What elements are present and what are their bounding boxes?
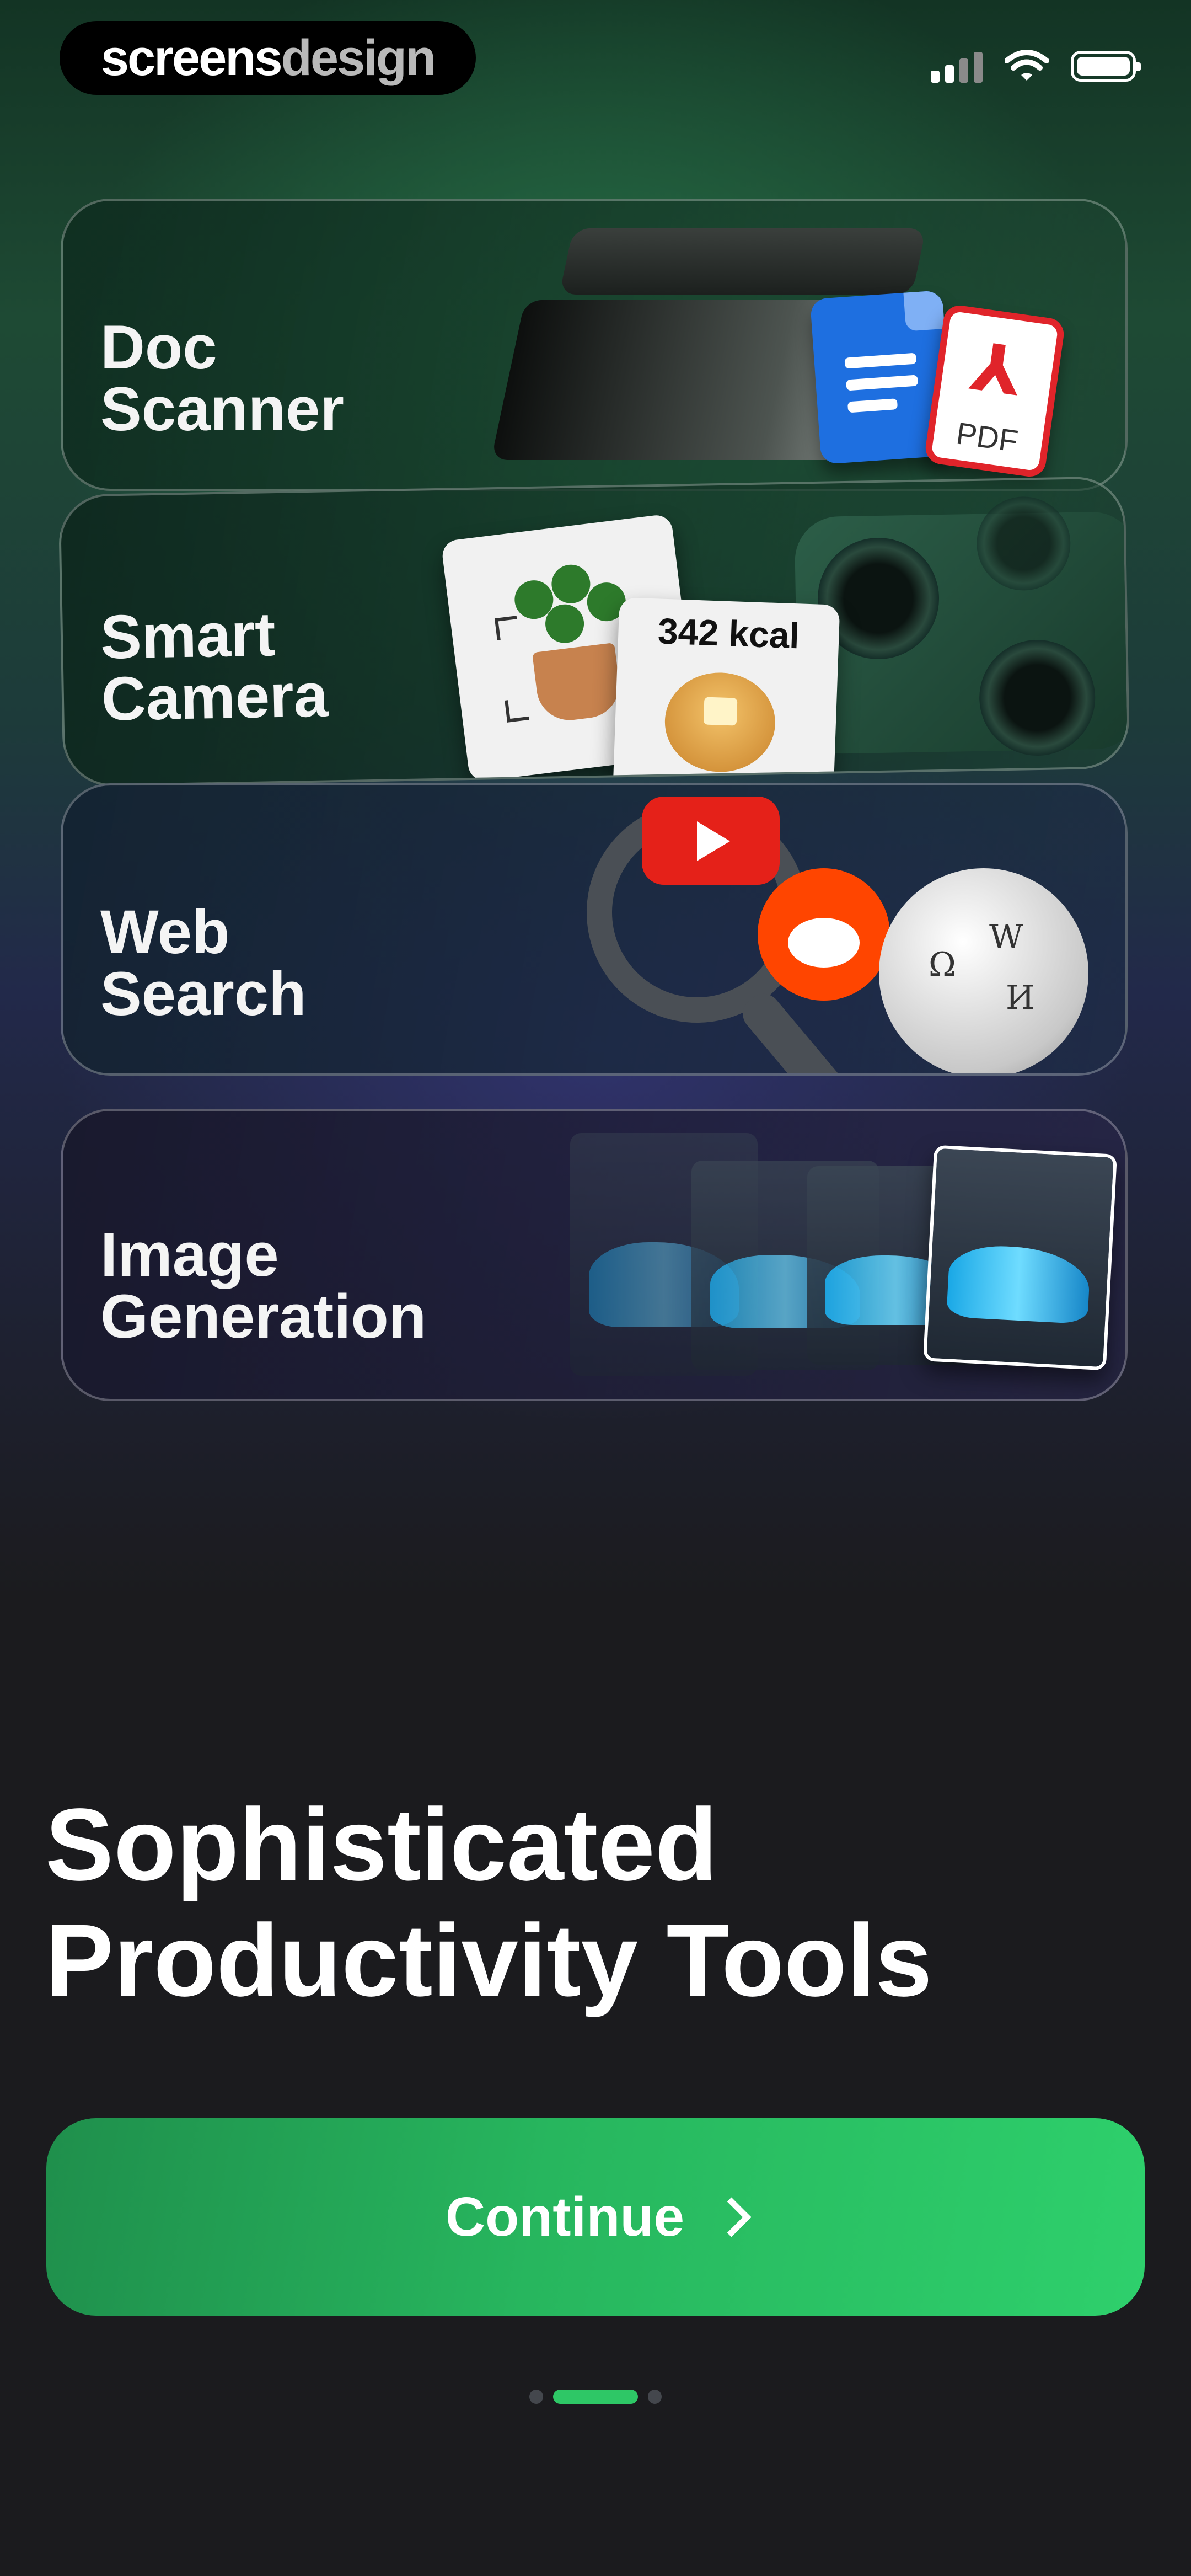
- page-dot-active: [553, 2390, 638, 2404]
- feature-card-doc-scanner: ⅄ PDF Doc Scanner: [61, 199, 1128, 491]
- continue-button-label: Continue: [445, 2185, 685, 2248]
- chevron-right-icon: [711, 2196, 752, 2237]
- pdf-label: PDF: [954, 415, 1021, 459]
- feature-card-image-generation: Image Generation: [61, 1109, 1128, 1401]
- feature-title: Doc Scanner: [100, 317, 486, 440]
- page-dot: [647, 2390, 662, 2404]
- feature-card-web-search: Ω W И Web Search: [61, 783, 1128, 1076]
- cellular-signal-icon: [931, 50, 983, 83]
- page-indicator: [529, 2388, 662, 2405]
- page-title-line2: Productivity Tools: [45, 1904, 932, 2018]
- feature-title-line2: Camera: [100, 660, 329, 734]
- magnifier-handle: [736, 987, 851, 1073]
- continue-button[interactable]: Continue: [46, 2118, 1145, 2316]
- feature-title-line1: Web: [100, 897, 230, 966]
- feature-title-line1: Smart: [99, 600, 276, 672]
- wifi-icon: [1005, 50, 1049, 81]
- feature-card-smart-camera: 342 kcal Smart Camera: [58, 476, 1130, 787]
- page-title: Sophisticated Productivity Tools: [45, 1787, 1093, 2019]
- feature-title-line1: Doc: [100, 313, 217, 382]
- youtube-icon: [642, 797, 780, 885]
- feature-title: Image Generation: [100, 1224, 486, 1348]
- brand-logo-part1: screens: [100, 29, 283, 86]
- status-bar: [931, 44, 1141, 88]
- page-dot: [529, 2390, 544, 2404]
- feature-title-line2: Scanner: [100, 375, 344, 443]
- feature-title-line1: Image: [100, 1220, 279, 1289]
- brand-logo: screens design: [60, 21, 476, 95]
- feature-title: Smart Camera: [99, 600, 488, 734]
- pancake-photo: 342 kcal: [611, 597, 840, 787]
- feature-title-line2: Generation: [100, 1282, 427, 1351]
- phone-camera-image: [794, 495, 1130, 757]
- calorie-label: 342 kcal: [657, 610, 801, 656]
- reddit-icon: [758, 868, 890, 1001]
- brand-logo-part2: design: [281, 29, 436, 86]
- car-image-main: [922, 1145, 1118, 1371]
- battery-icon: [1071, 51, 1141, 82]
- feature-title: Web Search: [100, 901, 486, 1025]
- page-title-line1: Sophisticated: [45, 1788, 718, 1902]
- pdf-icon: ⅄ PDF: [923, 303, 1066, 479]
- feature-title-line2: Search: [100, 959, 307, 1028]
- wikipedia-icon: Ω W И: [879, 868, 1088, 1073]
